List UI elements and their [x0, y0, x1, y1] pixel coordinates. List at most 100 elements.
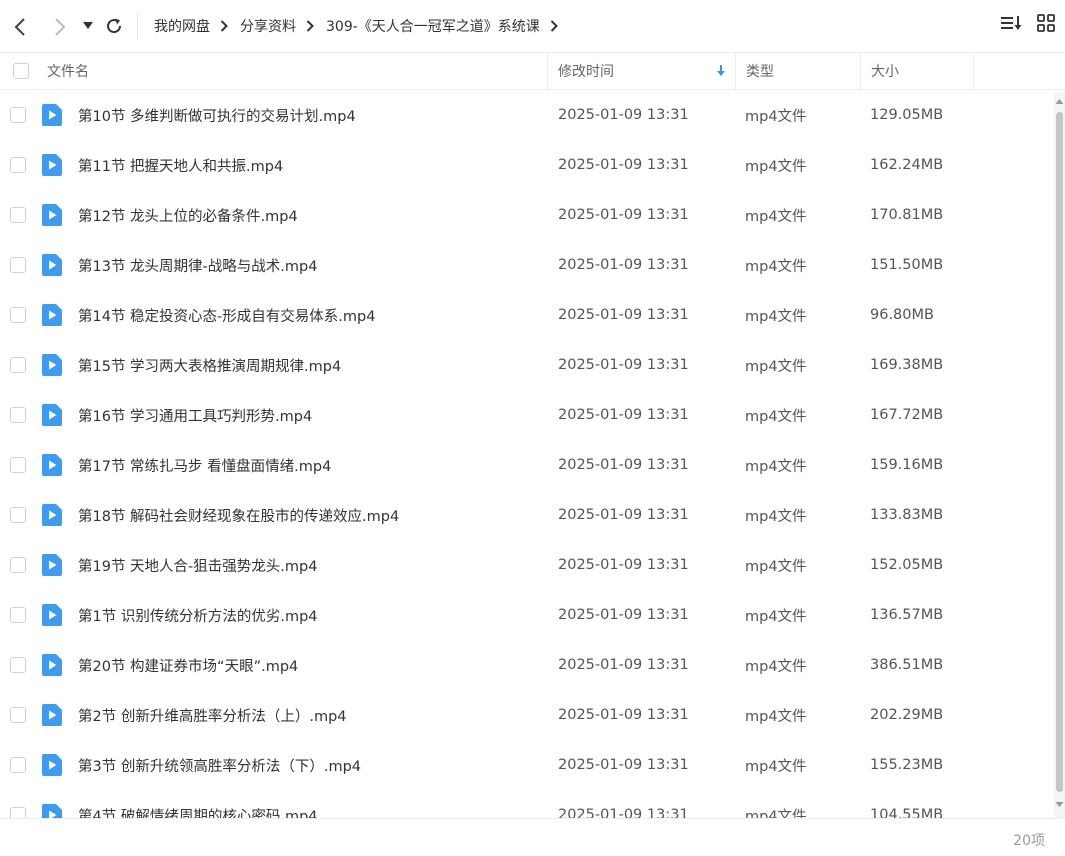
- row-checkbox[interactable]: [10, 407, 26, 423]
- file-size: 155.23MB: [870, 757, 944, 773]
- file-name[interactable]: 第15节 学习两大表格推演周期规律.mp4: [78, 340, 341, 390]
- file-row[interactable]: 第4节 破解情绪周期的核心密码.mp4 2025-01-09 13:31 mp4文件…: [0, 790, 1054, 818]
- file-name[interactable]: 第20节 构建证券市场“天眼”.mp4: [78, 640, 298, 690]
- toolbar-divider: [137, 12, 138, 40]
- file-row[interactable]: 第14节 稳定投资心态-形成自有交易体系.mp4 2025-01-09 13:31…: [0, 290, 1054, 340]
- column-header-type[interactable]: 类型: [736, 53, 861, 89]
- scrollbar-thumb[interactable]: [1056, 112, 1063, 792]
- row-checkbox[interactable]: [10, 707, 26, 723]
- file-size: 151.50MB: [870, 257, 944, 273]
- video-file-icon: [42, 754, 62, 776]
- video-file-icon: [42, 254, 62, 276]
- toolbar: 我的网盘 分享资料 309-《天人合一冠军之道》系统课: [0, 0, 1065, 52]
- file-name[interactable]: 第10节 多维判断做可执行的交易计划.mp4: [78, 90, 356, 140]
- column-header-type-label: 类型: [746, 64, 774, 80]
- file-name[interactable]: 第16节 学习通用工具巧判形势.mp4: [78, 390, 312, 440]
- back-button[interactable]: [10, 16, 30, 38]
- file-size: 159.16MB: [870, 457, 944, 473]
- row-checkbox[interactable]: [10, 257, 26, 273]
- file-row[interactable]: 第13节 龙头周期律-战略与战术.mp4 2025-01-09 13:31 mp4文…: [0, 240, 1054, 290]
- file-row[interactable]: 第3节 创新升统领高胜率分析法（下）.mp4 2025-01-09 13:31 mp…: [0, 740, 1054, 790]
- file-name[interactable]: 第12节 龙头上位的必备条件.mp4: [78, 190, 298, 240]
- column-header-modified[interactable]: 修改时间: [548, 53, 736, 89]
- file-row[interactable]: 第16节 学习通用工具巧判形势.mp4 2025-01-09 13:31 mp4文件…: [0, 390, 1054, 440]
- row-checkbox[interactable]: [10, 657, 26, 673]
- file-type: mp4文件: [745, 208, 807, 225]
- file-type: mp4文件: [745, 758, 807, 775]
- status-bar: 20项: [0, 818, 1065, 856]
- file-row[interactable]: 第12节 龙头上位的必备条件.mp4 2025-01-09 13:31 mp4文件 1…: [0, 190, 1054, 240]
- file-row[interactable]: 第15节 学习两大表格推演周期规律.mp4 2025-01-09 13:31 mp4…: [0, 340, 1054, 390]
- file-list-header: 文件名 修改时间 类型 大小: [0, 52, 1065, 90]
- file-size: 136.57MB: [870, 607, 944, 623]
- row-checkbox[interactable]: [10, 757, 26, 773]
- video-file-icon: [42, 554, 62, 576]
- row-checkbox[interactable]: [10, 607, 26, 623]
- video-file-icon: [42, 404, 62, 426]
- file-row[interactable]: 第10节 多维判断做可执行的交易计划.mp4 2025-01-09 13:31 mp…: [0, 90, 1054, 140]
- refresh-button[interactable]: [104, 16, 124, 36]
- breadcrumb-item-shared[interactable]: 分享资料: [240, 16, 296, 36]
- file-modified-time: 2025-01-09 13:31: [558, 257, 689, 273]
- file-modified-time: 2025-01-09 13:31: [558, 107, 689, 123]
- file-name[interactable]: 第13节 龙头周期律-战略与战术.mp4: [78, 240, 317, 290]
- breadcrumb-item-root[interactable]: 我的网盘: [154, 16, 210, 36]
- row-checkbox[interactable]: [10, 207, 26, 223]
- column-header-size[interactable]: 大小: [861, 53, 974, 89]
- row-checkbox[interactable]: [10, 107, 26, 123]
- grid-view-button[interactable]: [1037, 14, 1055, 32]
- file-type: mp4文件: [745, 808, 807, 819]
- file-row[interactable]: 第1节 识别传统分析方法的优劣.mp4 2025-01-09 13:31 mp4文件…: [0, 590, 1054, 640]
- file-row[interactable]: 第2节 创新升维高胜率分析法（上）.mp4 2025-01-09 13:31 mp4…: [0, 690, 1054, 740]
- file-type: mp4文件: [745, 558, 807, 575]
- file-modified-time: 2025-01-09 13:31: [558, 507, 689, 523]
- row-checkbox[interactable]: [10, 307, 26, 323]
- file-size: 152.05MB: [870, 557, 944, 573]
- file-list: 第10节 多维判断做可执行的交易计划.mp4 2025-01-09 13:31 mp…: [0, 90, 1054, 818]
- file-name[interactable]: 第3节 创新升统领高胜率分析法（下）.mp4: [78, 740, 361, 790]
- file-name[interactable]: 第11节 把握天地人和共振.mp4: [78, 140, 283, 190]
- view-tools: [1001, 14, 1055, 32]
- video-file-icon: [42, 354, 62, 376]
- breadcrumb-item-current[interactable]: 309-《天人合一冠军之道》系统课: [326, 16, 540, 36]
- file-name[interactable]: 第17节 常练扎马步 看懂盘面情绪.mp4: [78, 440, 331, 490]
- file-size: 96.80MB: [870, 307, 934, 323]
- column-header-name[interactable]: 文件名: [47, 53, 548, 89]
- file-type: mp4文件: [745, 708, 807, 725]
- video-file-icon: [42, 204, 62, 226]
- file-modified-time: 2025-01-09 13:31: [558, 607, 689, 623]
- scrollbar[interactable]: [1054, 92, 1065, 818]
- scroll-up-arrow-icon[interactable]: [1054, 96, 1065, 106]
- file-row[interactable]: 第18节 解码社会财经现象在股市的传递效应.mp4 2025-01-09 13:3…: [0, 490, 1054, 540]
- scroll-down-arrow-icon[interactable]: [1054, 800, 1065, 810]
- history-dropdown-button[interactable]: [82, 20, 94, 32]
- file-modified-time: 2025-01-09 13:31: [558, 307, 689, 323]
- video-file-icon: [42, 704, 62, 726]
- file-name[interactable]: 第14节 稳定投资心态-形成自有交易体系.mp4: [78, 290, 375, 340]
- file-modified-time: 2025-01-09 13:31: [558, 657, 689, 673]
- row-checkbox[interactable]: [10, 807, 26, 818]
- file-row[interactable]: 第19节 天地人合-狙击强势龙头.mp4 2025-01-09 13:31 mp4文…: [0, 540, 1054, 590]
- select-all-checkbox[interactable]: [13, 63, 29, 79]
- file-row[interactable]: 第17节 常练扎马步 看懂盘面情绪.mp4 2025-01-09 13:31 mp4…: [0, 440, 1054, 490]
- file-name[interactable]: 第18节 解码社会财经现象在股市的传递效应.mp4: [78, 490, 399, 540]
- file-size: 129.05MB: [870, 107, 944, 123]
- file-name[interactable]: 第1节 识别传统分析方法的优劣.mp4: [78, 590, 318, 640]
- row-checkbox[interactable]: [10, 457, 26, 473]
- video-file-icon: [42, 654, 62, 676]
- row-checkbox[interactable]: [10, 557, 26, 573]
- file-name[interactable]: 第4节 破解情绪周期的核心密码.mp4: [78, 790, 318, 819]
- file-row[interactable]: 第11节 把握天地人和共振.mp4 2025-01-09 13:31 mp4文件 16…: [0, 140, 1054, 190]
- file-type: mp4文件: [745, 358, 807, 375]
- file-name[interactable]: 第2节 创新升维高胜率分析法（上）.mp4: [78, 690, 347, 740]
- forward-button[interactable]: [50, 16, 70, 38]
- row-checkbox[interactable]: [10, 157, 26, 173]
- video-file-icon: [42, 804, 62, 818]
- row-checkbox[interactable]: [10, 507, 26, 523]
- file-name[interactable]: 第19节 天地人合-狙击强势龙头.mp4: [78, 540, 317, 590]
- sort-button[interactable]: [1001, 14, 1023, 32]
- row-checkbox[interactable]: [10, 357, 26, 373]
- caret-down-icon: [83, 22, 93, 29]
- file-modified-time: 2025-01-09 13:31: [558, 357, 689, 373]
- file-row[interactable]: 第20节 构建证券市场“天眼”.mp4 2025-01-09 13:31 mp4文件…: [0, 640, 1054, 690]
